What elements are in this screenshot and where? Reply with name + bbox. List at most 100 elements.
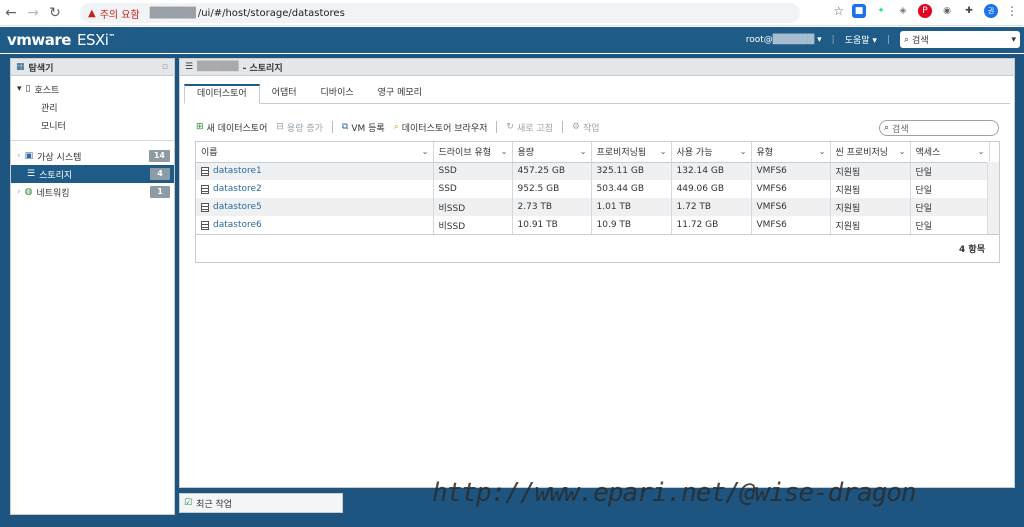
nav-monitor[interactable]: 모니터: [11, 116, 174, 134]
tab-persistent-memory[interactable]: 영구 메모리: [366, 84, 434, 104]
android-icon[interactable]: ✦: [874, 4, 888, 18]
forward-icon[interactable]: →: [22, 2, 44, 24]
tab-devices[interactable]: 디바이스: [309, 84, 366, 104]
storage-panel: ☰ ██████ - 스토리지 데이터스토어 어댑터 디바이스 영구 메모리 ⊞…: [179, 58, 1015, 488]
refresh-button[interactable]: ↻ 새로 고침: [506, 121, 553, 134]
menu-icon[interactable]: ⋮: [1006, 4, 1018, 18]
bookmark-star-icon[interactable]: ☆: [833, 4, 844, 18]
increase-icon: ⊟: [276, 122, 284, 132]
datastore-link[interactable]: datastore6: [213, 220, 262, 230]
datastore-browser-button[interactable]: ⌕ 데이터스토어 브라우저: [394, 121, 488, 134]
recent-tasks-bar[interactable]: ☑ 최근 작업: [179, 493, 343, 513]
url-path: /ui/#/host/storage/datastores: [197, 7, 345, 19]
pinterest-icon[interactable]: P: [918, 4, 932, 18]
chevron-down-icon: ⌄: [739, 147, 747, 156]
table-row[interactable]: datastore5 비SSD 2.73 TB 1.01 TB 1.72 TB VMFS…: [196, 198, 990, 216]
column-header[interactable]: 드라이브 유형 ⌄: [433, 142, 513, 163]
storage-icon: ☰: [185, 62, 194, 72]
host-name-redacted: ██████: [197, 62, 239, 72]
storage-count-badge: 4: [150, 168, 170, 180]
chevron-down-icon: ⌄: [659, 147, 667, 156]
panel-header: ☰ ██████ - 스토리지: [180, 59, 1014, 76]
nav-host[interactable]: ▾ ▯ 호스트: [11, 80, 174, 98]
back-icon[interactable]: ←: [0, 2, 22, 24]
expand-icon: ›: [17, 151, 21, 161]
toolbar: ⊞ 새 데이터스토어 ⊟ 용량 증가 ⧉ VM 등록 ⌕ 데이터스토어 브라우저 ↻ 새로…: [196, 120, 600, 134]
app-header: vmware ESXi™ root@██████ ▾ | 도움말 ▾ | ⌕ 검색…: [0, 27, 1024, 53]
warning-icon: ▲: [88, 7, 96, 19]
register-vm-button[interactable]: ⧉ VM 등록: [342, 121, 385, 134]
chevron-down-icon: ⌄: [898, 147, 906, 156]
address-bar[interactable]: ▲ 주의 요함 ██████ /ui/#/host/storage/datast…: [80, 3, 800, 23]
user-menu[interactable]: root@██████ ▾: [746, 35, 822, 45]
reload-icon[interactable]: ↻: [44, 2, 66, 24]
header-search[interactable]: ⌕ 검색 ▾: [900, 31, 1020, 48]
navigator-panel: ▦ 탐색기 ▫ ▾ ▯ 호스트 관리 모니터 › ▣ 가상 시스템 14 ☰ 스…: [10, 58, 175, 515]
nav-network[interactable]: › ◍ 네트워킹 1: [11, 183, 174, 201]
datastore-link[interactable]: datastore1: [213, 166, 262, 176]
chevron-down-icon: ▾: [1011, 34, 1016, 45]
table-row[interactable]: datastore2 SSD 952.5 GB 503.44 GB 449.06 GB…: [196, 180, 990, 198]
column-header[interactable]: 사용 가능 ⌄: [671, 142, 752, 163]
datastore-link[interactable]: datastore5: [213, 202, 262, 212]
shield-icon[interactable]: ◈: [896, 4, 910, 18]
table-row[interactable]: datastore1 SSD 457.25 GB 325.11 GB 132.14 G…: [196, 162, 990, 180]
network-count-badge: 1: [150, 186, 170, 198]
gear-icon: ⚙: [571, 122, 581, 132]
increase-capacity-button[interactable]: ⊟ 용량 증가: [276, 121, 323, 134]
tab-datastores[interactable]: 데이터스토어: [184, 84, 260, 104]
browser-icon: ⌕: [393, 122, 399, 132]
actions-button[interactable]: ⚙ 작업: [572, 121, 600, 134]
column-header[interactable]: 씬 프로비저닝 ⌄: [830, 142, 911, 163]
search-icon: ⌕: [884, 123, 890, 133]
collapse-icon[interactable]: ▫: [162, 62, 168, 72]
datastore-icon: [201, 166, 209, 176]
column-header[interactable]: 유형 ⌄: [751, 142, 831, 163]
datastore-icon: [201, 202, 209, 212]
chevron-down-icon: ⌄: [500, 147, 508, 156]
security-warning: 주의 요함: [99, 9, 140, 21]
vms-count-badge: 14: [148, 150, 170, 162]
nav-manage[interactable]: 관리: [11, 98, 174, 116]
navigator-icon: ▦: [16, 62, 25, 72]
watermark: http://www.epari.net/@wise-dragon: [432, 478, 917, 508]
chevron-down-icon: ⌄: [818, 147, 826, 156]
chevron-down-icon: ⌄: [579, 147, 587, 156]
vm-icon: ▣: [24, 151, 34, 161]
grid-footer: 4 항목: [196, 234, 999, 262]
new-datastore-icon: ⊞: [196, 122, 204, 132]
chevron-down-icon: ⌄: [977, 147, 985, 156]
storage-icon: ☰: [27, 169, 36, 179]
expand-icon: ›: [17, 187, 21, 197]
chevron-down-icon: ⌄: [421, 147, 429, 156]
extensions: ☆ ■ ✦ ◈ P ◉ ✚ 권 ⋮: [833, 4, 1018, 18]
tab-adapters[interactable]: 어댑터: [260, 84, 309, 104]
tasks-icon: ☑: [184, 498, 193, 508]
datastore-icon: [201, 184, 209, 194]
app-shell: ▦ 탐색기 ▫ ▾ ▯ 호스트 관리 모니터 › ▣ 가상 시스템 14 ☰ 스…: [0, 54, 1024, 527]
puzzle-icon[interactable]: ✚: [962, 4, 976, 18]
column-header[interactable]: 프로비저닝됨 ⌄: [591, 142, 672, 163]
column-header[interactable]: 이름 ⌄: [196, 142, 434, 163]
new-datastore-button[interactable]: ⊞ 새 데이터스토어: [196, 121, 267, 134]
extension-icon[interactable]: ■: [852, 4, 866, 18]
nav-vms[interactable]: › ▣ 가상 시스템 14: [11, 147, 174, 165]
column-header[interactable]: 용량 ⌄: [512, 142, 592, 163]
url-host-redacted: ██████: [149, 7, 196, 19]
table-row[interactable]: datastore6 비SSD 10.91 TB 10.9 TB 11.72 GB VM…: [196, 216, 990, 234]
datastore-icon: [201, 220, 209, 230]
register-vm-icon: ⧉: [341, 122, 349, 132]
datastore-link[interactable]: datastore2: [213, 184, 262, 194]
grid-scrollbar[interactable]: [987, 162, 999, 235]
vmware-logo: vmware ESXi™: [7, 31, 115, 49]
grid-search-input[interactable]: ⌕ 검색: [879, 120, 999, 136]
datastore-grid: 이름 ⌄ 드라이브 유형 ⌄ 용량 ⌄ 프로비저닝됨 ⌄ 사용 가능 ⌄ 유형 ⌄ 씬 프로…: [195, 141, 1000, 263]
nav-storage[interactable]: ☰ 스토리지 4: [11, 165, 174, 183]
grid-header-row: 이름 ⌄ 드라이브 유형 ⌄ 용량 ⌄ 프로비저닝됨 ⌄ 사용 가능 ⌄ 유형 ⌄ 씬 프로…: [196, 142, 990, 163]
camera-icon[interactable]: ◉: [940, 4, 954, 18]
expand-icon: ▾: [17, 84, 22, 94]
column-header[interactable]: 액세스 ⌄: [910, 142, 990, 163]
avatar-icon[interactable]: 권: [984, 4, 998, 18]
search-icon: ⌕: [904, 34, 910, 45]
help-menu[interactable]: 도움말 ▾: [845, 33, 877, 46]
